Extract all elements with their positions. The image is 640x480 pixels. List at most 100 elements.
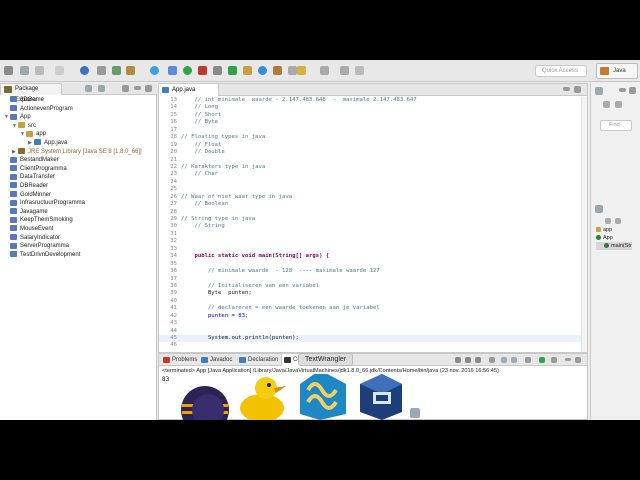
tree-item[interactable]: 3DGame [0, 96, 157, 105]
remove-launch-icon[interactable] [465, 357, 471, 363]
code-line: 20 // Double [159, 149, 587, 156]
line-number: 25 [170, 186, 177, 193]
maximize-icon[interactable] [145, 85, 152, 92]
new-package-icon[interactable] [243, 66, 252, 75]
tab-declaration[interactable]: Declaration [237, 354, 278, 366]
terminate-icon[interactable] [455, 357, 461, 363]
debug-icon[interactable] [80, 66, 89, 75]
collapse-all-icon[interactable] [85, 85, 92, 92]
tree-item[interactable]: GoldMinner [0, 190, 157, 200]
code-area[interactable]: 13 // int minimale waarde - 2.147.483.64… [159, 97, 587, 350]
task-list-icon[interactable] [595, 87, 603, 95]
virtualbox-icon[interactable] [360, 374, 402, 420]
tab-problems[interactable]: Problems [161, 354, 197, 366]
filter-icon[interactable] [615, 101, 622, 108]
search-icon[interactable] [288, 66, 297, 75]
editor-tab-app-java[interactable]: App.java [159, 84, 219, 96]
tree-item[interactable]: InfrasructuurProgramma [0, 199, 157, 208]
sort-icon[interactable] [605, 218, 611, 224]
java-perspective-button[interactable]: Java [596, 63, 638, 79]
word-wrap-icon[interactable] [511, 357, 517, 363]
tree-item[interactable]: TestDrivnDevelopment [0, 251, 157, 260]
outline-item[interactable]: app [596, 226, 632, 234]
package-explorer-tab[interactable]: Package Explorer [0, 83, 62, 103]
tree-item[interactable]: BestandMaker [0, 156, 157, 165]
hide-fields-icon[interactable] [615, 218, 621, 224]
console-output[interactable]: 83 [162, 376, 169, 383]
tree-item[interactable]: ▶ JRE System Library [Java SE 8 [1.8.0_66… [0, 147, 157, 157]
scroll-lock-icon[interactable] [501, 357, 507, 363]
line-number: 42 [170, 312, 177, 319]
new-task-icon[interactable] [603, 101, 610, 108]
external-tools-icon[interactable] [213, 66, 222, 75]
tree-item[interactable]: ClientProgramma [0, 165, 157, 174]
tree-item[interactable]: DataTransfer [0, 173, 157, 182]
server-icon[interactable] [112, 66, 121, 75]
textwrangler-icon[interactable] [300, 374, 346, 420]
new-java-project-icon[interactable] [228, 66, 237, 75]
cyberduck-icon[interactable] [240, 377, 286, 420]
forward-icon[interactable] [355, 66, 364, 75]
print-icon[interactable] [35, 66, 44, 75]
link-editor-icon[interactable] [98, 85, 105, 92]
tree-item[interactable]: ActionevenProgram [0, 105, 157, 114]
editor-minimize-icon[interactable] [563, 87, 570, 91]
breakpoint-icon[interactable] [150, 66, 159, 75]
tree-item[interactable]: ▼ src [0, 122, 157, 131]
tree-item[interactable]: ServerProgramma [0, 242, 157, 251]
editor-scrollbar[interactable] [581, 97, 587, 352]
coverage-icon[interactable] [198, 66, 207, 75]
tree-item[interactable]: ▼ App [0, 113, 157, 122]
console-maximize-icon[interactable] [575, 357, 581, 363]
quick-access-input[interactable]: Quick Access [535, 65, 587, 77]
outline-tab-icon[interactable] [595, 205, 603, 213]
tree-item[interactable]: MouseEvent [0, 225, 157, 234]
tools-icon[interactable] [97, 66, 106, 75]
tree-item[interactable]: SalaryIndicator [0, 233, 157, 243]
clear-console-icon[interactable] [489, 357, 495, 363]
code-line: 16 // Byte [159, 119, 587, 126]
remove-all-icon[interactable] [475, 357, 481, 363]
console-minimize-icon[interactable] [565, 358, 571, 361]
line-number: 38 [170, 282, 177, 289]
code-line: 27 // Boolean [159, 201, 587, 208]
open-type-icon[interactable] [273, 66, 282, 75]
tree-item[interactable]: DBReader [0, 182, 157, 191]
find-input[interactable]: Find [600, 120, 632, 131]
annotation-next-icon[interactable] [320, 66, 329, 75]
tree-item[interactable]: ▶ App.java [0, 139, 157, 148]
back-icon[interactable] [340, 66, 349, 75]
line-number: 28 [170, 208, 177, 215]
outline-minimize-icon[interactable] [619, 88, 626, 92]
new-class-icon[interactable] [258, 66, 267, 75]
outline-item[interactable]: App [596, 234, 632, 242]
copy-icon[interactable] [55, 66, 64, 75]
debug-run-icon[interactable] [168, 66, 177, 75]
outline-item[interactable]: main(Str [596, 242, 632, 250]
run-icon[interactable] [183, 66, 192, 75]
mark-occurrences-icon[interactable] [297, 66, 306, 75]
code-line: 41 // declareren = een waarde toekenen a… [159, 305, 587, 312]
tree-item[interactable]: KeepThemSmoking [0, 216, 157, 225]
outline-item-label: app [603, 227, 613, 233]
code-text: // minimale waarde - 128 ---- maximale w… [181, 268, 380, 275]
dock-app-icon[interactable] [410, 408, 420, 418]
line-number: 27 [170, 201, 177, 208]
open-console-icon[interactable] [539, 357, 545, 363]
pin-console-icon[interactable] [525, 357, 531, 363]
tree-item[interactable]: ▼ app [0, 130, 157, 139]
outline-maximize-icon[interactable] [629, 87, 636, 94]
code-text: // Karakters type in java [181, 163, 266, 170]
save-icon[interactable] [20, 66, 29, 75]
code-line: 44 [159, 328, 587, 335]
build-icon[interactable] [126, 66, 135, 75]
line-number: 46 [170, 342, 177, 349]
new-icon[interactable] [4, 66, 13, 75]
display-console-icon[interactable] [551, 357, 557, 363]
view-menu-icon[interactable] [122, 85, 129, 92]
eclipse-icon[interactable] [181, 386, 229, 420]
tree-item[interactable]: Javagame [0, 208, 157, 217]
editor-maximize-icon[interactable] [574, 86, 581, 93]
minimize-icon[interactable] [134, 86, 141, 90]
tab-javadoc[interactable]: Javadoc [199, 354, 232, 366]
